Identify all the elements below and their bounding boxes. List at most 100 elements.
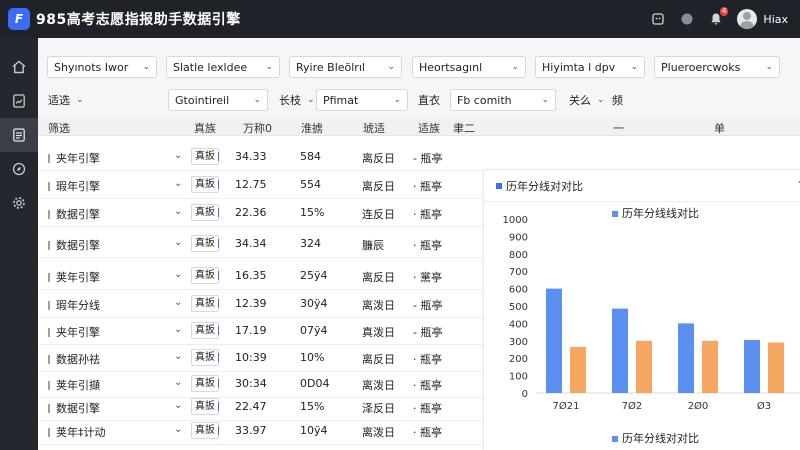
filter-label-5: 频 — [612, 89, 623, 111]
avatar[interactable] — [737, 9, 758, 29]
bar[interactable] — [546, 288, 562, 393]
row-score: 34.33 — [235, 150, 267, 163]
row-tag[interactable]: 真扳 — [191, 398, 219, 415]
table-header-cell[interactable]: 聿二 — [453, 120, 475, 136]
row-name: 夹年引擎 — [48, 324, 100, 340]
bar[interactable] — [702, 340, 718, 393]
filter-select-6[interactable]: Plueroercwoks ⌄ — [654, 56, 780, 78]
row-name: 数据引擎 — [48, 400, 100, 416]
table-header-cell[interactable]: 一 — [613, 120, 624, 136]
filter-select-row2-1[interactable]: Gtointireil ⌄ — [168, 89, 268, 111]
row-name: 数据引擎 — [48, 237, 100, 253]
bar[interactable] — [612, 308, 628, 393]
row-tag[interactable]: 真扳 — [191, 295, 219, 312]
row-percent: 15% — [300, 206, 325, 219]
bar[interactable] — [678, 323, 694, 393]
filter-label-4[interactable]: 关么 ⌄ — [569, 89, 605, 111]
table-row[interactable]: 夹年引擎 ⌄ 真扳 34.33 584 离反日 - 瓶亭 — [38, 144, 800, 171]
row-status: 离泼日 — [362, 379, 395, 392]
filter-select-2[interactable]: Slatle lexldee ⌄ — [166, 56, 280, 78]
y-tick-label: 0 — [522, 389, 528, 400]
bar[interactable] — [768, 342, 784, 393]
chevron-down-icon[interactable]: ⌄ — [174, 351, 182, 362]
app-logo[interactable]: F — [8, 8, 30, 30]
filter-select-1[interactable]: Shyınots Iwor ⌄ — [47, 56, 157, 78]
bar[interactable] — [636, 340, 652, 393]
row-tag[interactable]: 真扳 — [191, 148, 219, 165]
row-percent: 15% — [300, 400, 325, 413]
row-extra: · 瓶亭 — [413, 239, 442, 252]
bar[interactable] — [570, 346, 586, 393]
table-header-cell[interactable]: 筛选 — [48, 120, 70, 136]
row-extra: · 瓶亭 — [413, 379, 442, 392]
x-tick-label: 7Ø21 — [553, 400, 580, 412]
app-title: 985高考志愿指报助手数据引擎 — [36, 12, 241, 28]
chevron-up-icon[interactable]: ⌃ — [796, 178, 800, 192]
table-header-cell[interactable]: 琥适 — [363, 120, 385, 136]
table-header: 筛选 真族 万称0 淮掳 琥适 适族 聿二 一 单 — [38, 116, 800, 136]
chevron-down-icon[interactable]: ⌄ — [174, 178, 182, 189]
chevron-down-icon[interactable]: ⌄ — [174, 237, 182, 248]
row-percent: 584 — [300, 150, 321, 163]
x-tick-label: 7Ø2 — [622, 400, 643, 412]
chevron-down-icon: ⌄ — [597, 95, 605, 105]
row-tag[interactable]: 真扳 — [191, 204, 219, 221]
row-tag[interactable]: 真扳 — [191, 176, 219, 193]
row-tag[interactable]: 真扳 — [191, 422, 219, 439]
y-tick-label: 800 — [509, 250, 528, 261]
filter-select-row2-2[interactable]: Pfimat ⌄ — [316, 89, 408, 111]
filter-select-4-value: Heortsagınl — [419, 60, 483, 74]
sidebar-item-documents[interactable] — [0, 118, 38, 152]
sidebar-item-home[interactable] — [0, 50, 38, 84]
row-percent: 10ÿ4 — [300, 424, 328, 437]
filter-select-row2-3[interactable]: Fb comith ⌄ — [450, 89, 556, 111]
user-name[interactable]: Hiax — [763, 13, 788, 26]
bell-icon[interactable]: 4 — [708, 7, 729, 27]
table-header-cell[interactable]: 适族 — [418, 120, 440, 136]
row-tag[interactable]: 真扳 — [191, 322, 219, 339]
sidebar-item-charts[interactable] — [0, 84, 38, 118]
table-header-cell[interactable]: 万称0 — [243, 120, 272, 136]
filter-label-1[interactable]: 适选 ⌄ — [48, 89, 84, 111]
row-score: 12.39 — [235, 297, 267, 310]
sidebar — [0, 38, 38, 450]
chevron-down-icon[interactable]: ⌄ — [174, 424, 182, 435]
sidebar-item-explore[interactable] — [0, 152, 38, 186]
sidebar-item-settings[interactable] — [0, 186, 38, 220]
table-header-cell[interactable]: 淮掳 — [301, 120, 323, 136]
chevron-down-icon[interactable]: ⌄ — [174, 150, 182, 161]
gear-icon — [13, 197, 25, 209]
chevron-down-icon[interactable]: ⌄ — [174, 206, 182, 217]
y-tick-label: 500 — [509, 302, 528, 313]
filter-select-3[interactable]: Ryire Bleölrıl ⌄ — [289, 56, 402, 78]
main-content: Shyınots Iwor ⌄ Slatle lexldee ⌄ Ryire Ble… — [38, 38, 800, 450]
row-tag[interactable]: 真扳 — [191, 375, 219, 392]
row-tag[interactable]: 真扳 — [191, 267, 219, 284]
chevron-down-icon[interactable]: ⌄ — [174, 377, 182, 388]
row-name: 瑕年分线 — [48, 297, 100, 313]
chevron-down-icon[interactable]: ⌄ — [174, 400, 182, 411]
y-tick-label: 200 — [509, 354, 528, 365]
status-icon[interactable] — [679, 11, 695, 27]
filter-select-row2-3-value: Fb comith — [457, 93, 512, 107]
chevron-down-icon: ⌄ — [307, 95, 315, 105]
chart-title: 历年分线线对比 — [622, 206, 699, 220]
filter-label-2[interactable]: 长枝 ⌄ — [279, 89, 315, 111]
screen-icon[interactable] — [650, 11, 666, 27]
filter-select-4[interactable]: Heortsagınl ⌄ — [412, 56, 526, 78]
chevron-down-icon[interactable]: ⌄ — [174, 297, 182, 308]
table-header-cell[interactable]: 单 — [714, 120, 725, 136]
row-tag[interactable]: 真扳 — [191, 235, 219, 252]
bar[interactable] — [744, 339, 760, 393]
chevron-down-icon: ⌄ — [253, 95, 261, 105]
filter-label-2-text: 长枝 — [279, 94, 301, 107]
filter-select-5[interactable]: Hiyimta l dpv ⌄ — [535, 56, 645, 78]
chevron-down-icon[interactable]: ⌄ — [174, 324, 182, 335]
table-header-cell[interactable]: 真族 — [194, 120, 216, 136]
row-percent: 10% — [300, 351, 325, 364]
row-tag[interactable]: 真扳 — [191, 349, 219, 366]
chevron-down-icon[interactable]: ⌄ — [174, 269, 182, 280]
row-extra: · 瓶亭 — [413, 353, 442, 366]
row-percent: 554 — [300, 178, 321, 191]
x-tick-label: Ø3 — [757, 400, 771, 412]
